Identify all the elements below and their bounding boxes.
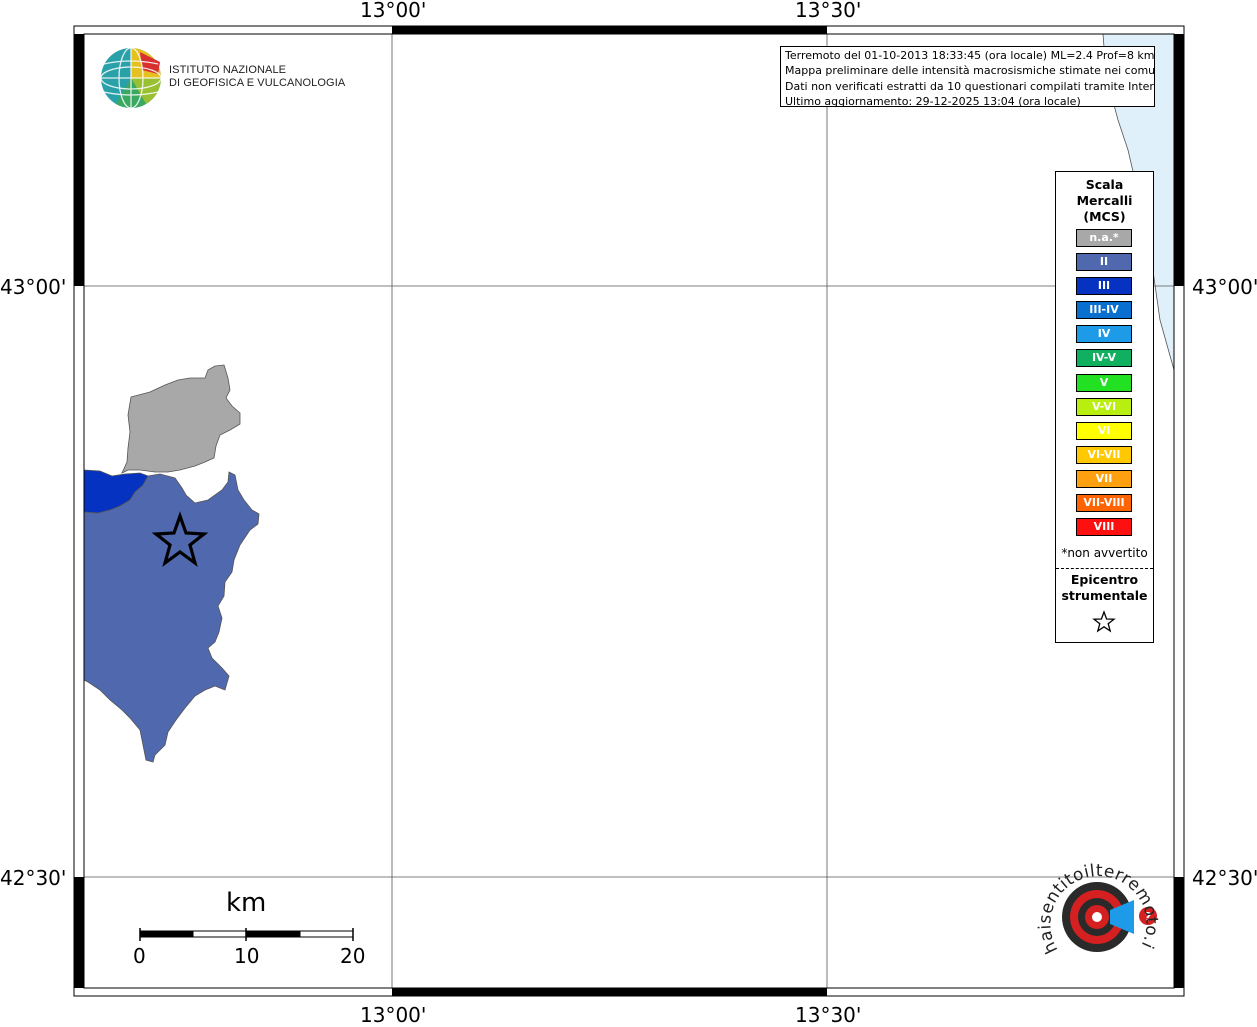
info-line1: Terremoto del 01-10-2013 18:33:45 (ora l… xyxy=(785,49,1154,62)
lat-label-left-42-30: 42°30' xyxy=(0,866,67,890)
legend-title-line1: Scala xyxy=(1085,177,1124,192)
legend-items: n.a.* II III III-IV IV IV-V V V-VI VI VI-VII VII VI… xyxy=(1076,229,1132,542)
legend-item: VI xyxy=(1076,421,1132,440)
lon-label-top-13-00: 13°00' xyxy=(360,0,427,22)
event-info-box: Terremoto del 01-10-2013 18:33:45 (ora l… xyxy=(780,46,1155,108)
mcs-legend: Scala Mercalli (MCS) n.a.* II III III-IV IV I… xyxy=(1055,171,1154,643)
institute-name: ISTITUTO NAZIONALE DI GEOFISICA E VULCAN… xyxy=(169,64,345,90)
lat-label-left-43-00: 43°00' xyxy=(0,275,67,299)
legend-title: Scala Mercalli (MCS) xyxy=(1056,177,1153,225)
legend-item: V xyxy=(1076,373,1132,392)
lon-label-bottom-13-00: 13°00' xyxy=(360,1003,427,1027)
legend-item: II xyxy=(1076,253,1132,272)
scale-bar xyxy=(139,928,354,941)
legend-title-line2: Mercalli xyxy=(1076,193,1133,208)
legend-item: IV xyxy=(1076,325,1132,344)
info-line3: Dati non verificati estratti da 10 quest… xyxy=(785,79,1154,93)
scale-bar-unit: km xyxy=(226,888,267,918)
legend-epicenter-line2: strumentale xyxy=(1061,588,1148,603)
legend-item: III-IV xyxy=(1076,301,1132,320)
municipality-II xyxy=(83,471,260,763)
lat-label-right-42-30: 42°30' xyxy=(1192,866,1257,890)
legend-item: III xyxy=(1076,277,1132,296)
legend-separator xyxy=(1056,568,1153,569)
legend-epicenter-line1: Epicentro xyxy=(1070,572,1139,587)
legend-item: IV-V xyxy=(1076,349,1132,368)
legend-item: VI-VII xyxy=(1076,445,1132,464)
institute-line1: ISTITUTO NAZIONALE xyxy=(169,64,287,76)
info-line2: Mappa preliminare delle intensità macros… xyxy=(785,64,1154,78)
municipality-na xyxy=(121,364,241,474)
info-line4: Ultimo aggiornamento: 29-12-2025 13:04 (… xyxy=(785,94,1081,108)
lon-label-bottom-13-30: 13°30' xyxy=(795,1003,862,1027)
ingv-logo-icon xyxy=(100,47,162,109)
legend-item: n.a.* xyxy=(1076,229,1132,247)
scale-tick-10: 10 xyxy=(234,944,260,968)
legend-star-icon xyxy=(1092,610,1116,633)
lat-label-right-43-00: 43°00' xyxy=(1192,275,1257,299)
legend-item: VII xyxy=(1076,469,1132,488)
lon-label-top-13-30: 13°30' xyxy=(795,0,862,22)
legend-title-line3: (MCS) xyxy=(1083,209,1126,224)
scale-tick-0: 0 xyxy=(133,944,146,968)
legend-item: VIII xyxy=(1076,518,1132,537)
legend-item: VII-VIII xyxy=(1076,494,1132,513)
legend-item: V-VI xyxy=(1076,397,1132,416)
institute-line2: DI GEOFISICA E VULCANOLOGIA xyxy=(169,77,346,89)
legend-note: *non avvertito xyxy=(1061,546,1148,560)
scale-tick-20: 20 xyxy=(340,944,366,968)
legend-epicenter-label: Epicentro strumentale xyxy=(1056,572,1153,604)
